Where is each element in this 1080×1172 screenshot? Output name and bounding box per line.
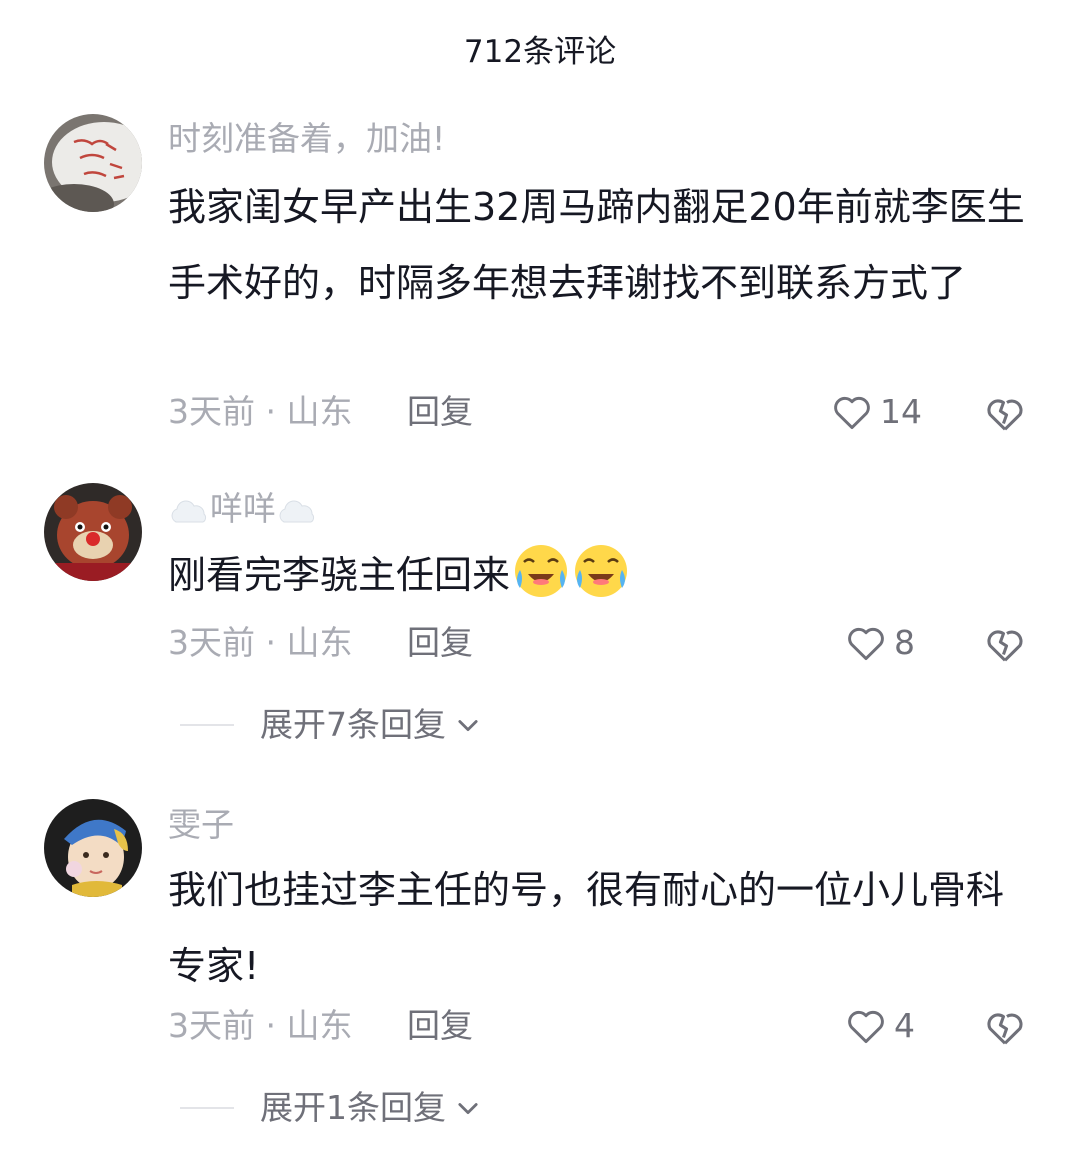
avatar[interactable] <box>44 483 142 581</box>
username-text: 咩咩 <box>210 489 276 528</box>
cloud-icon <box>279 500 315 523</box>
username[interactable]: 咩咩 <box>168 486 318 532</box>
cloud-icon <box>171 500 207 523</box>
expand-replies-label: 展开1条回复 <box>260 1088 446 1127</box>
expand-replies-button[interactable]: 展开7条回复 <box>180 703 482 747</box>
comment-location: 山东 <box>286 623 353 662</box>
expand-replies-button[interactable]: 展开1条回复 <box>180 1086 482 1130</box>
broken-heart-icon[interactable] <box>982 1004 1028 1050</box>
comment-text: 我家闺女早产出生32周马蹄内翻足20年前就李医生手术好的，时隔多年想去拜谢找不到… <box>168 185 1025 305</box>
comment-meta: 3天前 · 山东 回复 <box>168 390 473 434</box>
like-button[interactable]: 8 <box>844 621 915 665</box>
chevron-down-icon <box>458 720 478 732</box>
comment-meta: 3天前 · 山东 回复 <box>168 621 473 665</box>
comment-text: 我们也挂过李主任的号，很有耐心的一位小儿骨科专家! <box>168 868 1005 988</box>
comment-text-content: 刚看完李骁主任回来 <box>168 553 511 597</box>
heart-outline-icon <box>848 627 884 661</box>
comment-location: 山东 <box>286 1006 353 1045</box>
comment-text: 刚看完李骁主任回来 <box>168 537 1038 613</box>
comment-time: 3天前 <box>168 392 255 431</box>
expand-replies-label: 展开7条回复 <box>260 705 446 744</box>
comment-meta: 3天前 · 山东 回复 <box>168 1004 473 1048</box>
divider-line <box>180 724 234 726</box>
broken-heart-icon[interactable] <box>982 390 1028 436</box>
divider-line <box>180 1107 234 1109</box>
like-button[interactable]: 14 <box>830 390 922 434</box>
avatar[interactable] <box>44 114 142 212</box>
like-button[interactable]: 4 <box>844 1004 915 1048</box>
crying-laughing-emoji-icon <box>575 545 628 597</box>
reply-button[interactable]: 回复 <box>407 392 473 431</box>
separator-dot: · <box>265 392 287 431</box>
like-count: 14 <box>880 392 922 431</box>
reply-button[interactable]: 回复 <box>407 1006 473 1045</box>
comment-time: 3天前 <box>168 623 255 662</box>
comment-count-title: 712条评论 <box>463 34 617 70</box>
broken-heart-icon[interactable] <box>982 621 1028 667</box>
heart-outline-icon <box>834 396 870 430</box>
username[interactable]: 时刻准备着，加油! <box>168 116 445 162</box>
comment-time: 3天前 <box>168 1006 255 1045</box>
crying-laughing-emoji-icon <box>515 545 568 597</box>
separator-dot: · <box>265 623 287 662</box>
chevron-down-icon <box>458 1103 478 1115</box>
reply-button[interactable]: 回复 <box>407 623 473 662</box>
separator-dot: · <box>265 1006 287 1045</box>
comment-location: 山东 <box>286 392 353 431</box>
heart-outline-icon <box>848 1010 884 1044</box>
like-count: 8 <box>894 623 915 662</box>
like-count: 4 <box>894 1006 915 1045</box>
avatar[interactable] <box>44 799 142 897</box>
comments-panel: 712条评论 时刻准备着，加油! 我家闺女早产出生32周马蹄内翻足20年前就李医… <box>0 0 1080 1172</box>
username[interactable]: 雯子 <box>168 802 234 848</box>
